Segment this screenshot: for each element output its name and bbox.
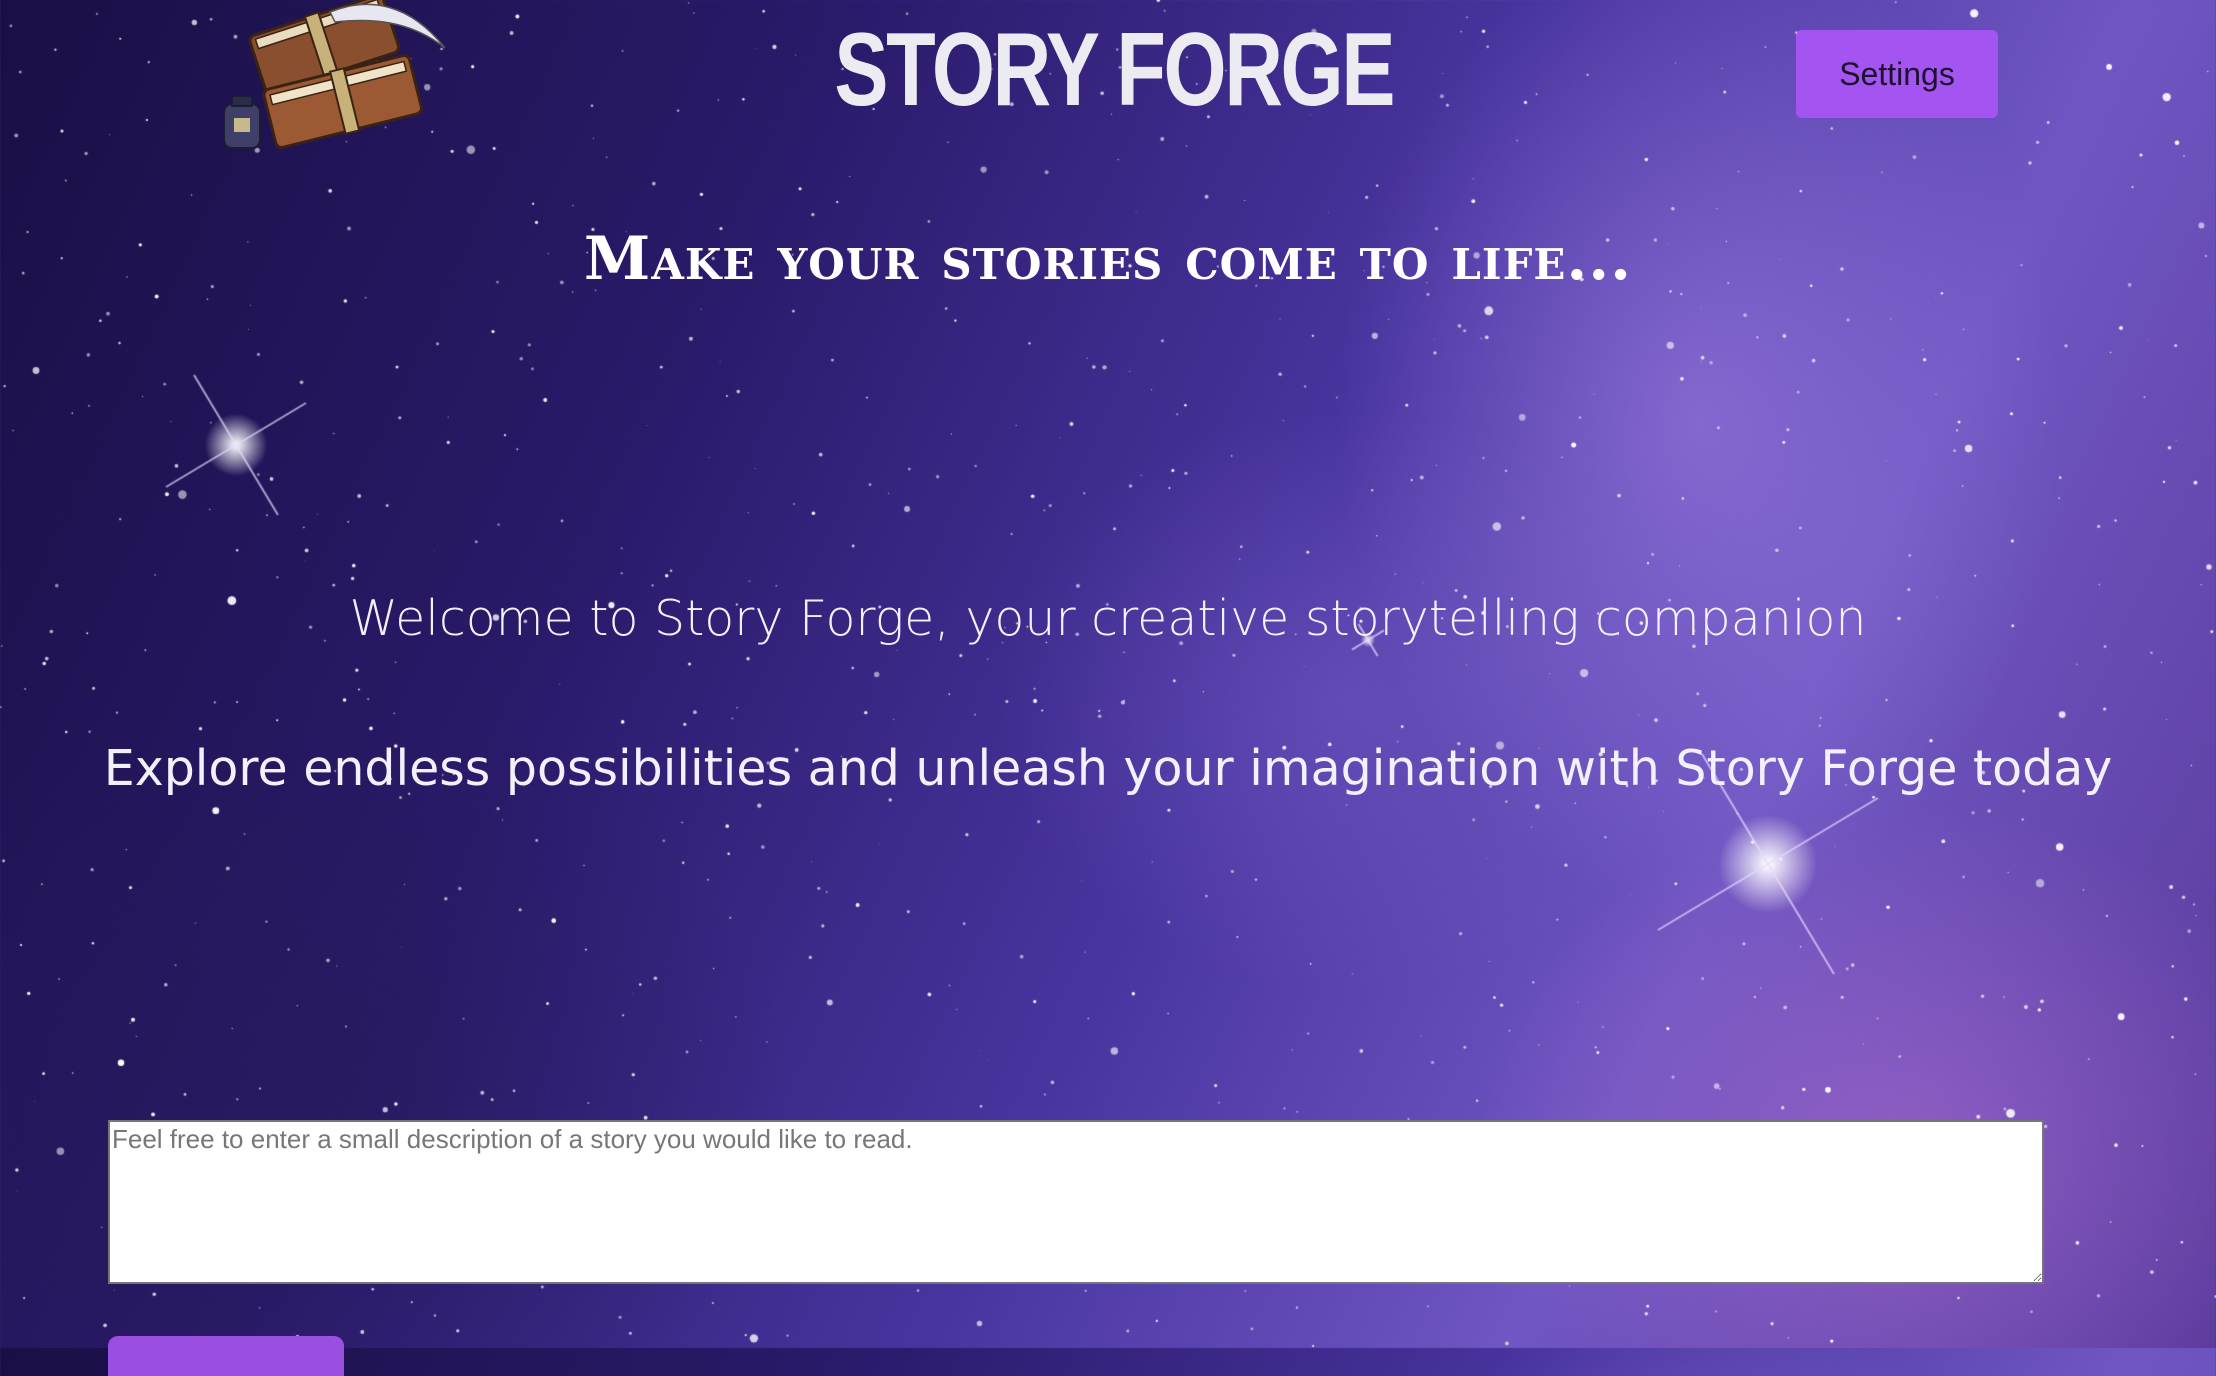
story-description-input[interactable]	[108, 1120, 2044, 1284]
site-title: STORY FORGE	[834, 12, 1395, 128]
settings-button[interactable]: Settings	[1796, 30, 1998, 118]
submit-story-button[interactable]	[108, 1336, 344, 1376]
explore-text: Explore endless possibilities and unleas…	[103, 740, 2113, 797]
welcome-text: Welcome to Story Forge, your creative st…	[349, 590, 1867, 647]
tagline: Make your stories come to life...	[583, 224, 1633, 294]
